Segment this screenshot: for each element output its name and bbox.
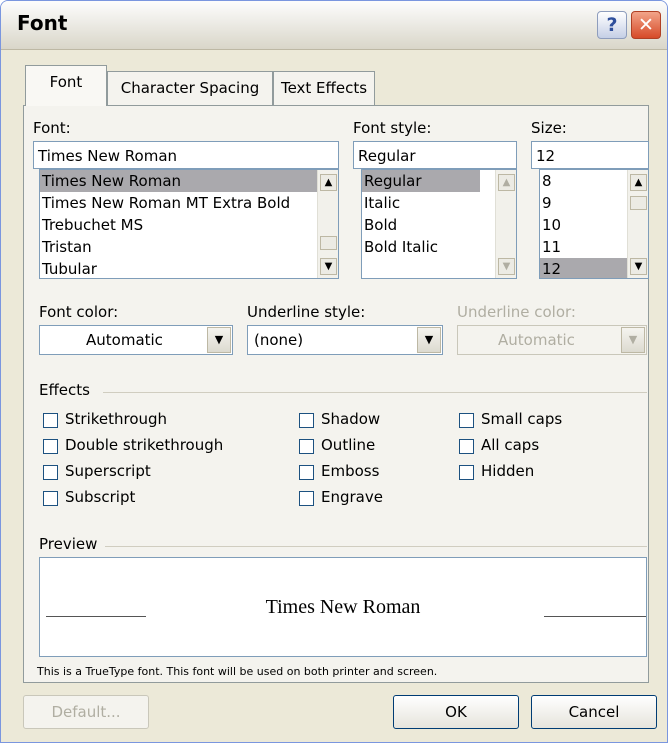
font-color-dropdown[interactable]: Automatic ▼: [39, 325, 233, 355]
tab-text-effects[interactable]: Text Effects: [273, 71, 375, 105]
font-list-item[interactable]: Times New Roman: [40, 170, 338, 192]
ok-button[interactable]: OK: [393, 695, 519, 729]
chevron-down-icon[interactable]: ▼: [207, 327, 231, 353]
font-list-scrollbar[interactable]: ▲ ▼: [317, 170, 338, 278]
outline-label: Outline: [321, 436, 376, 454]
double-strikethrough-checkbox[interactable]: [43, 439, 58, 454]
help-button[interactable]: ?: [597, 11, 627, 39]
engrave-checkbox[interactable]: [299, 491, 314, 506]
font-info-note: This is a TrueType font. This font will …: [37, 665, 438, 678]
font-dialog: Font ? ✕ Font Character Spacing Text Eff…: [0, 0, 668, 743]
all-caps-label: All caps: [481, 436, 540, 454]
scroll-thumb[interactable]: [630, 196, 647, 210]
preview-label: Preview: [39, 535, 98, 553]
subscript-label: Subscript: [65, 488, 136, 506]
tab-font[interactable]: Font: [25, 65, 107, 106]
font-style-list-item[interactable]: Italic: [362, 192, 516, 214]
underline-color-value: Automatic: [498, 331, 575, 349]
size-list[interactable]: 8 9 10 11 12 ▲ ▼: [539, 169, 649, 279]
outline-checkbox[interactable]: [299, 439, 314, 454]
underline-color-dropdown: Automatic ▼: [457, 325, 647, 355]
size-list-scrollbar[interactable]: ▲ ▼: [627, 170, 648, 278]
underline-style-value: (none): [254, 331, 304, 349]
underline-color-label: Underline color:: [457, 303, 576, 321]
preview-box: Times New Roman: [39, 557, 647, 657]
scroll-down-icon: ▼: [498, 258, 515, 275]
preview-rule-right: [544, 616, 646, 617]
scroll-down-icon[interactable]: ▼: [630, 258, 647, 275]
tab-character-spacing[interactable]: Character Spacing: [107, 71, 273, 105]
chevron-down-icon[interactable]: ▼: [417, 327, 441, 353]
scroll-up-icon[interactable]: ▲: [630, 174, 647, 191]
font-style-label: Font style:: [353, 119, 432, 137]
hidden-label: Hidden: [481, 462, 535, 480]
font-name-input[interactable]: Times New Roman: [33, 141, 339, 169]
size-input[interactable]: 12: [531, 141, 649, 169]
cancel-button[interactable]: Cancel: [531, 695, 657, 729]
close-button[interactable]: ✕: [631, 11, 661, 39]
strikethrough-checkbox[interactable]: [43, 413, 58, 428]
font-style-input[interactable]: Regular: [353, 141, 517, 169]
double-strikethrough-label: Double strikethrough: [65, 436, 224, 454]
font-style-list-item[interactable]: Bold: [362, 214, 516, 236]
font-list[interactable]: Times New Roman Times New Roman MT Extra…: [39, 169, 339, 279]
font-list-item[interactable]: Tubular: [40, 258, 338, 278]
size-label: Size:: [531, 119, 567, 137]
font-list-item[interactable]: Times New Roman MT Extra Bold: [40, 192, 338, 214]
emboss-checkbox[interactable]: [299, 465, 314, 480]
effects-label: Effects: [39, 381, 90, 399]
font-color-label: Font color:: [39, 303, 119, 321]
underline-style-dropdown[interactable]: (none) ▼: [247, 325, 443, 355]
font-style-list-item[interactable]: Bold Italic: [362, 236, 516, 258]
font-list-item[interactable]: Trebuchet MS: [40, 214, 338, 236]
chevron-down-icon: ▼: [621, 327, 645, 353]
subscript-checkbox[interactable]: [43, 491, 58, 506]
superscript-label: Superscript: [65, 462, 151, 480]
scroll-down-icon[interactable]: ▼: [320, 258, 337, 275]
scroll-up-icon[interactable]: ▲: [320, 174, 337, 191]
underline-style-label: Underline style:: [247, 303, 366, 321]
font-label: Font:: [33, 119, 71, 137]
font-list-item[interactable]: Tristan: [40, 236, 338, 258]
small-caps-label: Small caps: [481, 410, 563, 428]
default-button[interactable]: Default...: [23, 695, 149, 729]
font-style-list[interactable]: Regular Italic Bold Bold Italic ▲ ▼: [361, 169, 517, 279]
strikethrough-label: Strikethrough: [65, 410, 168, 428]
dialog-title: Font: [17, 11, 68, 35]
small-caps-checkbox[interactable]: [459, 413, 474, 428]
scroll-up-icon: ▲: [498, 174, 515, 191]
font-style-list-item[interactable]: Regular: [362, 170, 480, 192]
engrave-label: Engrave: [321, 488, 383, 506]
font-color-value: Automatic: [86, 331, 163, 349]
effects-divider: [103, 392, 647, 393]
emboss-label: Emboss: [321, 462, 380, 480]
all-caps-checkbox[interactable]: [459, 439, 474, 454]
title-bar: Font ? ✕: [1, 1, 667, 50]
hidden-checkbox[interactable]: [459, 465, 474, 480]
superscript-checkbox[interactable]: [43, 465, 58, 480]
preview-divider: [105, 546, 647, 547]
scroll-thumb[interactable]: [320, 236, 337, 250]
shadow-label: Shadow: [321, 410, 381, 428]
font-style-list-scrollbar[interactable]: ▲ ▼: [495, 170, 516, 278]
shadow-checkbox[interactable]: [299, 413, 314, 428]
